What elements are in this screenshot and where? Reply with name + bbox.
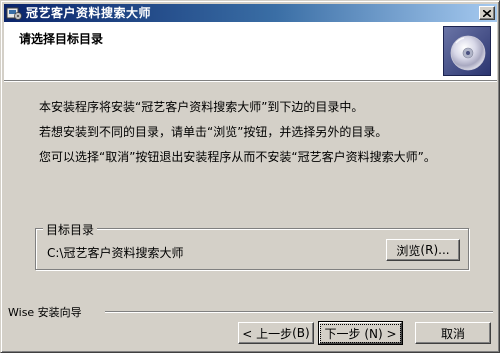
footer-divider xyxy=(105,311,493,313)
close-button[interactable] xyxy=(479,6,495,20)
next-button[interactable]: 下一步 (N) > xyxy=(318,321,403,345)
window-title: 冠艺客户资料搜索大师 xyxy=(26,6,152,20)
intro-text-line-1: 本安装程序将安装“冠艺客户资料搜索大师”到下边的目录中。 xyxy=(39,100,364,114)
page-title: 请选择目标目录 xyxy=(19,32,104,46)
next-button-key: (N) > xyxy=(364,326,397,341)
browse-button-key: (R)... xyxy=(420,243,450,257)
intro-text-line-2: 若想安装到不同的目录，请单击“浏览”按钮，并选择另外的目录。 xyxy=(39,125,388,139)
cancel-button[interactable]: 取消 xyxy=(415,322,491,344)
back-button-key: (B) xyxy=(292,326,310,340)
browse-button-label: 浏览 xyxy=(396,243,421,258)
cancel-button-label: 取消 xyxy=(440,326,465,341)
back-button-label: < 上一步 xyxy=(242,326,293,341)
destination-path: C:\冠艺客户资料搜索大师 xyxy=(47,246,184,260)
intro-text-line-3: 您可以选择“取消”按钮退出安装程序从而不安装“冠艺客户资料搜索大师”。 xyxy=(39,150,436,164)
header-panel: 请选择目标目录 xyxy=(4,22,497,82)
setup-app-icon xyxy=(6,5,22,21)
browse-button[interactable]: 浏览 (R)... xyxy=(386,239,460,261)
next-button-focus: 下一步 (N) > xyxy=(320,323,401,343)
title-bar[interactable]: 冠艺客户资料搜索大师 xyxy=(4,4,497,22)
back-button[interactable]: < 上一步 (B) xyxy=(238,322,314,344)
cd-disc-icon xyxy=(443,26,491,76)
wizard-brand-label: Wise 安装向导 xyxy=(8,306,82,319)
destination-group-label: 目标目录 xyxy=(43,221,98,238)
close-icon xyxy=(483,9,491,17)
setup-window: 冠艺客户资料搜索大师 请选择目标目录 本安装程序将安装“冠艺客户资料搜索大师”到… xyxy=(0,0,500,353)
next-button-label: 下一步 xyxy=(324,326,361,341)
